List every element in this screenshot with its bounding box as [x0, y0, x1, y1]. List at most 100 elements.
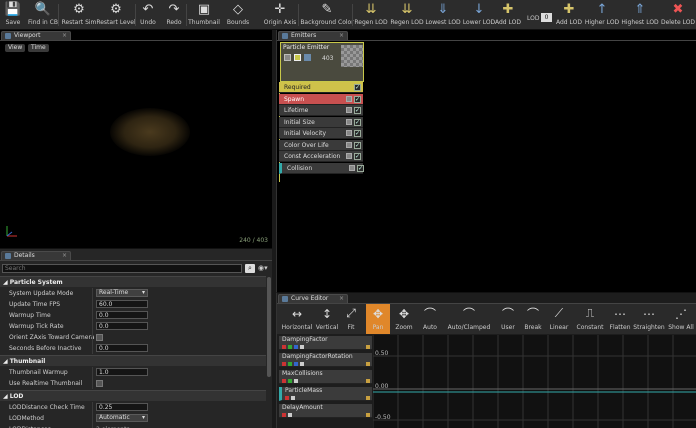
thumbnail-warmup-field[interactable]: 1.0 [96, 368, 148, 376]
module-graph-toggle[interactable] [349, 164, 355, 171]
channel-toggle[interactable] [282, 345, 286, 349]
time-button[interactable]: Time [28, 44, 49, 52]
tab-curve-editor[interactable]: Curve Editor × [278, 294, 348, 303]
lodmethod-dropdown[interactable]: Automatic [96, 414, 148, 422]
track-visibility-icon[interactable] [366, 379, 370, 383]
search-icon[interactable]: ⌕ [245, 264, 255, 273]
user-button[interactable]: ⌒ User [496, 304, 520, 334]
add-lod-button[interactable]: ✚ Add LOD [494, 0, 522, 30]
constant-button[interactable]: ⎍ Constant [572, 304, 608, 334]
module-graph-toggle[interactable] [346, 95, 352, 102]
seconds-before-inactive-field[interactable]: 0.0 [96, 344, 148, 352]
higher-lod-button[interactable]: ↑ Higher LOD [584, 0, 620, 30]
module-enable-checkbox[interactable] [354, 94, 361, 105]
module-const-acceleration[interactable]: Const Acceleration [279, 151, 363, 162]
emitter-solo-toggle[interactable] [294, 54, 301, 61]
show-all-button[interactable]: ⋰ Show All [667, 304, 695, 334]
channel-toggle[interactable] [294, 362, 298, 366]
view-button[interactable]: View [5, 44, 26, 52]
close-icon[interactable]: × [339, 32, 344, 40]
regen-lod-button[interactable]: ⇊ Regen LOD [390, 0, 424, 30]
warmup-time-field[interactable]: 0.0 [96, 311, 148, 319]
channel-toggle[interactable] [288, 362, 292, 366]
undo-button[interactable]: ↶ Undo [137, 0, 159, 30]
module-initial-velocity[interactable]: Initial Velocity [279, 128, 363, 139]
module-enable-checkbox[interactable] [354, 105, 361, 116]
fit-button[interactable]: ⤢ Fit [339, 304, 363, 334]
zoom-button[interactable]: ✥ Zoom [392, 304, 416, 334]
track-visibility-icon[interactable] [366, 396, 370, 400]
curve-graph[interactable]: 0.50 0.00 -0.50 [372, 335, 696, 428]
close-icon[interactable]: × [62, 32, 67, 40]
emitter-render-mode-icon[interactable] [304, 54, 311, 61]
close-icon[interactable]: × [62, 252, 67, 260]
module-enable-checkbox[interactable] [357, 163, 364, 174]
curve-track-dampingfactorrotation[interactable]: DampingFactorRotation [279, 353, 372, 367]
save-button[interactable]: 💾 Save [0, 0, 26, 30]
details-scrollbar[interactable] [267, 277, 271, 377]
find-in-cb-button[interactable]: 🔍 Find in CB [26, 0, 60, 30]
orient-zaxis-toward-camera-checkbox[interactable] [96, 334, 103, 341]
channel-toggle[interactable] [282, 362, 286, 366]
module-collision[interactable]: Collision [279, 162, 364, 174]
lowest-lod-button[interactable]: ⇓ Lowest LOD [424, 0, 462, 30]
channel-toggle[interactable] [300, 362, 304, 366]
channel-toggle[interactable] [285, 396, 289, 400]
highest-lod-button[interactable]: ⇑ Highest LOD [620, 0, 660, 30]
lower-lod-button[interactable]: ↓ Lower LOD [462, 0, 496, 30]
channel-toggle[interactable] [288, 379, 292, 383]
emitter-header[interactable]: Particle Emitter 403 [280, 42, 364, 82]
warmup-tick-rate-field[interactable]: 0.0 [96, 322, 148, 330]
lod-value-field[interactable]: 0 [541, 13, 552, 22]
auto-clamped-button[interactable]: ⌒ Auto/Clamped [442, 304, 496, 334]
auto-button[interactable]: ⌒ Auto [418, 304, 442, 334]
flatten-button[interactable]: ⋯ Flatten [608, 304, 632, 334]
pan-button[interactable]: ✥ Pan [366, 304, 390, 334]
module-enable-checkbox[interactable] [354, 128, 361, 139]
module-required[interactable]: Required [279, 82, 363, 93]
section-lod[interactable]: ◢ LOD [0, 390, 266, 401]
module-graph-toggle[interactable] [346, 130, 352, 136]
background-color-button[interactable]: ✎ Background Color [300, 0, 354, 30]
bounds-button[interactable]: ◇ Bounds [224, 0, 252, 30]
straighten-button[interactable]: ⋯ Straighten [632, 304, 666, 334]
module-initial-size[interactable]: Initial Size [279, 116, 363, 128]
break-button[interactable]: ⌒ Break [520, 304, 546, 334]
track-visibility-icon[interactable] [366, 362, 370, 366]
channel-toggle[interactable] [294, 345, 298, 349]
tab-viewport[interactable]: Viewport × [1, 31, 71, 40]
update-time-fps-field[interactable]: 60.0 [96, 300, 148, 308]
section-thumbnail[interactable]: ◢ Thumbnail [0, 355, 266, 366]
vertical-button[interactable]: ↕ Vertical [315, 304, 339, 334]
channel-toggle[interactable] [300, 345, 304, 349]
thumbnail-button[interactable]: ▣ Thumbnail [188, 0, 220, 30]
add-lod-button[interactable]: ✚ Add LOD [555, 0, 583, 30]
channel-toggle[interactable] [282, 413, 286, 417]
emitter-enable-toggle[interactable] [284, 54, 291, 61]
restart-level-button[interactable]: ⚙ Restart Level [96, 0, 136, 30]
channel-toggle[interactable] [282, 379, 286, 383]
restart-sim-button[interactable]: ⚙ Restart Sim [60, 0, 98, 30]
module-graph-toggle[interactable] [346, 118, 352, 125]
regen-lod-button[interactable]: ⇊ Regen LOD [354, 0, 388, 30]
search-input[interactable]: Search [2, 264, 242, 273]
channel-toggle[interactable] [294, 379, 298, 383]
track-visibility-icon[interactable] [366, 345, 370, 349]
use-realtime-thumbnail-checkbox[interactable] [96, 380, 103, 387]
module-graph-toggle[interactable] [346, 153, 352, 159]
channel-toggle[interactable] [288, 413, 292, 417]
curve-track-maxcollisions[interactable]: MaxCollisions [279, 370, 372, 384]
channel-toggle[interactable] [288, 345, 292, 349]
module-enable-checkbox[interactable] [354, 151, 361, 162]
loddistance-check-time-field[interactable]: 0.25 [96, 403, 148, 411]
track-visibility-icon[interactable] [366, 413, 370, 417]
module-enable-checkbox[interactable] [354, 82, 361, 93]
module-color-over-life[interactable]: Color Over Life [279, 139, 363, 151]
section-particle-system[interactable]: ◢ Particle System [0, 276, 266, 287]
curve-track-particlemass[interactable]: ParticleMass [279, 387, 372, 401]
curve-track-delayamount[interactable]: DelayAmount [279, 404, 372, 418]
module-lifetime[interactable]: Lifetime [279, 105, 363, 116]
module-graph-toggle[interactable] [346, 141, 352, 148]
channel-toggle[interactable] [291, 396, 295, 400]
module-enable-checkbox[interactable] [354, 140, 361, 151]
